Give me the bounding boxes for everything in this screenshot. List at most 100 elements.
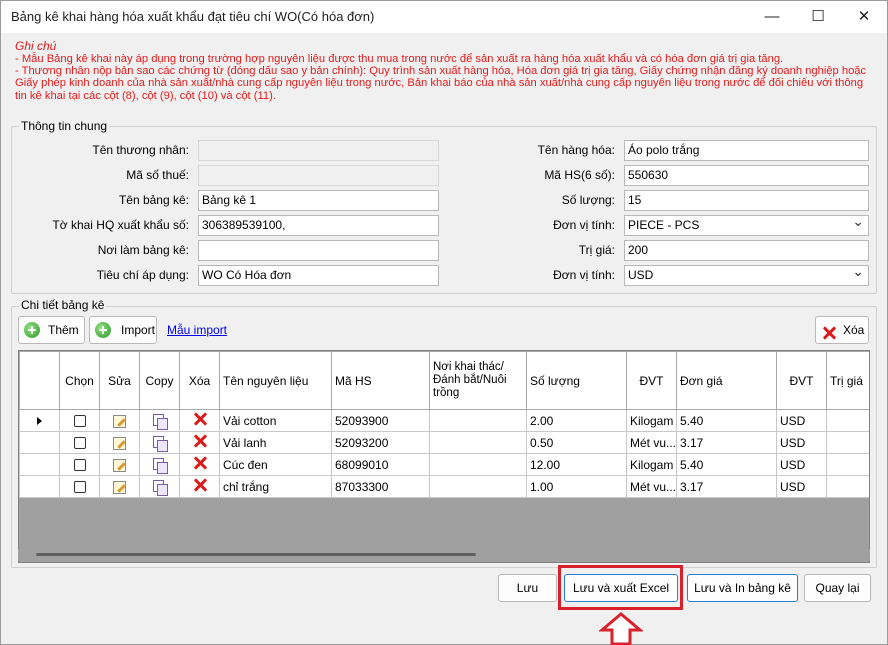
save-button[interactable]: Lưu <box>498 574 557 602</box>
unit-price-cell[interactable]: 5.40 <box>676 409 777 432</box>
column-header-unit[interactable]: ĐVT <box>626 351 677 410</box>
value-cell[interactable] <box>826 475 869 498</box>
copy-icon[interactable] <box>152 457 168 474</box>
row-checkbox[interactable] <box>73 437 86 450</box>
delete-cell[interactable] <box>179 475 220 498</box>
table-row[interactable]: Vải lanh 52093200 0.50 Mét vu... 3.17 US… <box>19 431 869 454</box>
merchant-name-field[interactable] <box>198 140 439 161</box>
delete-cell[interactable] <box>179 431 220 454</box>
back-button[interactable]: Quay lại <box>804 574 871 602</box>
select-cell[interactable] <box>59 409 100 432</box>
select-cell[interactable] <box>59 431 100 454</box>
origin-cell[interactable] <box>429 453 527 476</box>
currency-cell[interactable]: USD <box>776 453 827 476</box>
select-cell[interactable] <box>59 475 100 498</box>
copy-icon[interactable] <box>152 435 168 452</box>
value-field[interactable]: 200 <box>624 240 869 261</box>
delete-row-icon[interactable] <box>193 434 207 448</box>
hs-code-cell[interactable]: 87033300 <box>331 475 430 498</box>
column-header-origin[interactable]: Nơi khai thác/Đánh bắt/Nuôi trồng <box>429 351 527 410</box>
hs-code-field[interactable]: 550630 <box>624 165 869 186</box>
column-header-quantity[interactable]: Số lượng <box>526 351 627 410</box>
delete-cell[interactable] <box>179 409 220 432</box>
row-checkbox[interactable] <box>73 415 86 428</box>
currency-cell[interactable]: USD <box>776 409 827 432</box>
material-name-cell[interactable]: Vải lanh <box>219 431 332 454</box>
close-button[interactable]: ✕ <box>841 1 887 33</box>
edit-cell[interactable] <box>99 475 140 498</box>
place-made-field[interactable] <box>198 240 439 261</box>
currency-select[interactable]: USD <box>624 262 869 286</box>
row-selector[interactable] <box>19 409 60 432</box>
row-selector[interactable] <box>19 453 60 476</box>
delete-button[interactable]: Xóa <box>815 316 869 344</box>
save-print-button[interactable]: Lưu và In bảng kê <box>687 574 798 602</box>
table-row[interactable]: Cúc đen 68099010 12.00 Kilogam 5.40 USD <box>19 453 869 476</box>
column-header-hs-code[interactable]: Mã HS <box>331 351 430 410</box>
select-cell[interactable] <box>59 453 100 476</box>
material-name-cell[interactable]: Cúc đen <box>219 453 332 476</box>
row-checkbox[interactable] <box>73 459 86 472</box>
hs-code-cell[interactable]: 52093200 <box>331 431 430 454</box>
edit-icon[interactable] <box>113 480 126 494</box>
list-name-field[interactable]: Bảng kê 1 <box>198 190 439 211</box>
delete-cell[interactable] <box>179 453 220 476</box>
edit-icon[interactable] <box>113 436 126 450</box>
column-header-select[interactable]: Chọn <box>59 351 100 410</box>
quantity-field[interactable]: 15 <box>624 190 869 211</box>
currency-cell[interactable]: USD <box>776 431 827 454</box>
copy-cell[interactable] <box>139 453 180 476</box>
column-header-delete[interactable]: Xóa <box>179 351 220 410</box>
edit-cell[interactable] <box>99 431 140 454</box>
column-header-value[interactable]: Trị giá <box>826 351 869 410</box>
row-checkbox[interactable] <box>73 481 86 494</box>
material-name-cell[interactable]: Vải cotton <box>219 409 332 432</box>
unit-select[interactable]: PIECE - PCS <box>624 212 869 236</box>
column-header-edit[interactable]: Sửa <box>99 351 140 410</box>
column-header-copy[interactable]: Copy <box>139 351 180 410</box>
column-header-material-name[interactable]: Tên nguyên liệu <box>219 351 332 410</box>
scrollbar-thumb[interactable] <box>36 553 476 556</box>
value-cell[interactable] <box>826 431 869 454</box>
copy-cell[interactable] <box>139 431 180 454</box>
hs-code-cell[interactable]: 68099010 <box>331 453 430 476</box>
add-button[interactable]: Thêm <box>18 316 85 344</box>
unit-cell[interactable]: Mét vu... <box>626 431 677 454</box>
quantity-cell[interactable]: 0.50 <box>526 431 627 454</box>
row-selector[interactable] <box>19 431 60 454</box>
copy-cell[interactable] <box>139 409 180 432</box>
delete-row-icon[interactable] <box>193 478 207 492</box>
customs-declaration-field[interactable]: 306389539100, <box>198 215 439 236</box>
column-header-currency[interactable]: ĐVT <box>776 351 827 410</box>
column-header-unit-price[interactable]: Đơn giá <box>676 351 777 410</box>
import-template-link[interactable]: Mẫu import <box>167 323 227 337</box>
horizontal-scrollbar[interactable] <box>18 549 870 561</box>
unit-price-cell[interactable]: 3.17 <box>676 475 777 498</box>
edit-cell[interactable] <box>99 453 140 476</box>
quantity-cell[interactable]: 12.00 <box>526 453 627 476</box>
maximize-button[interactable]: ☐ <box>795 1 841 33</box>
edit-cell[interactable] <box>99 409 140 432</box>
quantity-cell[interactable]: 2.00 <box>526 409 627 432</box>
origin-cell[interactable] <box>429 475 527 498</box>
origin-cell[interactable] <box>429 431 527 454</box>
import-button[interactable]: Import <box>89 316 157 344</box>
delete-row-icon[interactable] <box>193 456 207 470</box>
minimize-button[interactable]: — <box>749 1 795 33</box>
unit-cell[interactable]: Mét vu... <box>626 475 677 498</box>
unit-cell[interactable]: Kilogam <box>626 453 677 476</box>
table-row[interactable]: Vải cotton 52093900 2.00 Kilogam 5.40 US… <box>19 409 869 432</box>
goods-name-field[interactable]: Áo polo trắng <box>624 140 869 161</box>
delete-row-icon[interactable] <box>193 412 207 426</box>
edit-icon[interactable] <box>113 458 126 472</box>
unit-price-cell[interactable]: 5.40 <box>676 453 777 476</box>
edit-icon[interactable] <box>113 414 126 428</box>
unit-price-cell[interactable]: 3.17 <box>676 431 777 454</box>
criteria-field[interactable]: WO Có Hóa đơn <box>198 265 439 286</box>
copy-icon[interactable] <box>152 413 168 430</box>
material-name-cell[interactable]: chỉ trắng <box>219 475 332 498</box>
unit-cell[interactable]: Kilogam <box>626 409 677 432</box>
hs-code-cell[interactable]: 52093900 <box>331 409 430 432</box>
copy-icon[interactable] <box>152 479 168 496</box>
currency-cell[interactable]: USD <box>776 475 827 498</box>
